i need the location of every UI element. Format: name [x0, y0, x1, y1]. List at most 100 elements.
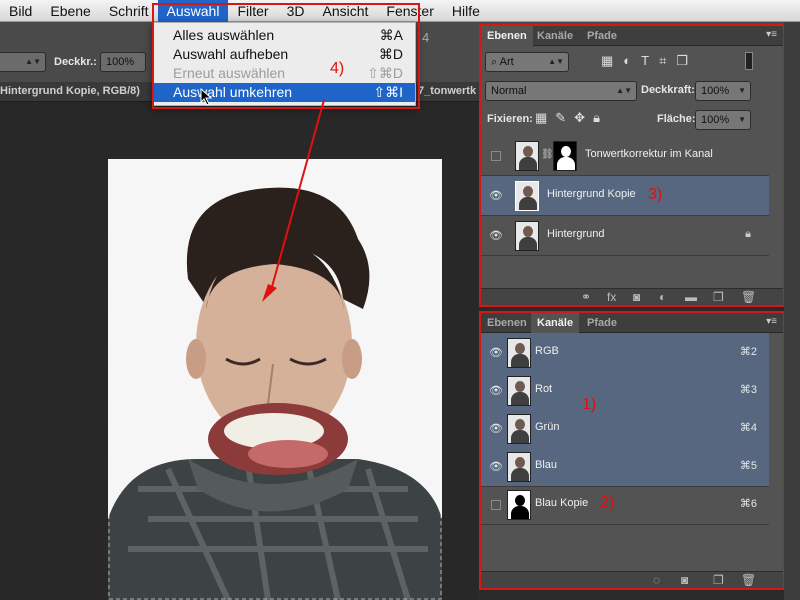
channel-shortcut: ⌘4 [739, 422, 757, 434]
channel-shortcut: ⌘5 [739, 460, 757, 472]
canvas-area[interactable] [0, 102, 478, 600]
fill-value: 100% [701, 114, 730, 126]
channel-name: Blau Kopie [535, 497, 589, 509]
auswahl-menu: Alles auswählen ⌘A Auswahl aufheben ⌘D E… [152, 22, 416, 106]
chevron-down-icon: ▼ [738, 86, 746, 95]
mask-icon[interactable]: ◙ [681, 573, 688, 587]
menu-auswahl[interactable]: Auswahl [157, 0, 229, 22]
lock-icons[interactable]: ▦✎✥🔒︎ [535, 110, 608, 126]
panel-menu-icon[interactable]: ▾≡ [766, 29, 777, 40]
chain-link-icon[interactable]: ⛓ [541, 149, 554, 160]
menu-fenster[interactable]: Fenster [377, 0, 442, 22]
menu-bild[interactable]: Bild [0, 0, 41, 22]
layer-name: Hintergrund Kopie [547, 188, 636, 200]
trash-icon[interactable]: 🗑︎ [741, 290, 756, 304]
channel-thumbnail [507, 338, 531, 368]
layers-panel: Ebenen Kanäle Pfade ▾≡ ⌕ Art ▲▼ ▦◐T⌗❒ No… [481, 26, 783, 306]
channels-panel-footer: ◌ ◙ ❐ 🗑︎ [481, 571, 783, 589]
eye-icon[interactable]: 👁︎ [489, 460, 503, 473]
channel-name: Blau [535, 459, 558, 471]
channel-thumbnail [507, 376, 531, 406]
panel-menu-icon[interactable]: ▾≡ [766, 316, 777, 327]
channel-thumbnail [507, 452, 531, 482]
channel-row[interactable]: 👁︎ Blau ⌘5 [481, 447, 769, 487]
mouse-cursor-icon [200, 88, 213, 106]
new-layer-icon[interactable]: ❐ [713, 290, 724, 304]
eye-icon[interactable]: 👁︎ [489, 189, 503, 202]
layers-panel-tabs: Ebenen Kanäle Pfade ▾≡ [481, 26, 783, 46]
menu-item-label: Erneut auswählen [173, 65, 286, 81]
annotation-arrow-icon [262, 99, 325, 302]
layer-mask-thumbnail[interactable] [553, 141, 577, 171]
opacity-label: Deckkr.: [54, 56, 97, 68]
eye-icon[interactable]: 👁︎ [489, 384, 503, 397]
mask-icon[interactable]: ◙ [633, 290, 640, 304]
tab-kanaele[interactable]: Kanäle [531, 313, 580, 333]
stray-digit: 4 [422, 30, 430, 45]
fill-label: Fläche: [657, 113, 696, 125]
lock-label: Fixieren: [487, 113, 533, 125]
fill-field[interactable]: 100% ▼ [695, 110, 751, 130]
channel-name: Grün [535, 421, 560, 433]
tab-kanaele[interactable]: Kanäle [531, 26, 579, 46]
channel-shortcut: ⌘3 [739, 384, 757, 396]
menu-3d[interactable]: 3D [278, 0, 314, 22]
tab-pfade[interactable]: Pfade [581, 313, 623, 333]
channel-thumbnail [507, 414, 531, 444]
menu-shortcut: ⇧⌘I [373, 84, 403, 100]
adjustment-icon[interactable]: ◐ [659, 290, 666, 304]
tab-pfade[interactable]: Pfade [581, 26, 623, 46]
layer-row[interactable]: ⛓ Tonwertkorrektur im Kanal [481, 136, 769, 176]
menu-auswahl-aufheben[interactable]: Auswahl aufheben ⌘D [153, 45, 415, 64]
filter-type-icons[interactable]: ▦◐T⌗❒ [601, 53, 698, 69]
layer-name: Tonwertkorrektur im Kanal [585, 148, 713, 160]
tab-ebenen[interactable]: Ebenen [481, 313, 533, 333]
visibility-toggle-off[interactable] [491, 500, 501, 510]
opacity-field[interactable]: 100% [100, 52, 146, 72]
lock-icon: 🔒︎ [745, 228, 751, 240]
channel-row[interactable]: 👁︎ Grün ⌘4 [481, 409, 769, 449]
folder-icon[interactable]: ▬ [685, 290, 697, 304]
layer-name: Hintergrund [547, 228, 605, 240]
channel-row[interactable]: 👁︎ Rot ⌘3 [481, 371, 769, 411]
layer-row-selected[interactable]: 👁︎ Hintergrund Kopie [481, 176, 769, 216]
chevron-down-icon: ▼ [738, 115, 746, 124]
menu-filter[interactable]: Filter [228, 0, 277, 22]
layer-row[interactable]: 👁︎ Hintergrund 🔒︎ [481, 216, 769, 256]
right-panel-strip [784, 22, 800, 600]
eye-icon[interactable]: 👁︎ [489, 422, 503, 435]
opacity-value: 100% [106, 56, 135, 68]
menu-hilfe[interactable]: Hilfe [443, 0, 489, 22]
channels-panel-tabs: Ebenen Kanäle Pfade ▾≡ [481, 313, 783, 333]
menu-shortcut: ⌘D [378, 46, 403, 62]
menu-ebene[interactable]: Ebene [41, 0, 99, 22]
link-icon[interactable]: ⚭ [581, 290, 591, 304]
eye-icon[interactable]: 👁︎ [489, 346, 503, 359]
menu-erneut-auswaehlen: Erneut auswählen ⇧⌘D [153, 64, 415, 83]
fx-icon[interactable]: fx [607, 290, 616, 304]
channel-name: RGB [535, 345, 559, 357]
menu-alles-auswaehlen[interactable]: Alles auswählen ⌘A [153, 26, 415, 45]
document-tab-2[interactable]: 7_tonwertk [418, 85, 476, 97]
channel-row[interactable]: Blau Kopie ⌘6 [481, 485, 769, 525]
visibility-toggle-off[interactable] [491, 151, 501, 161]
layer-opacity-value: 100% [701, 85, 730, 97]
layer-filter-dropdown[interactable]: ⌕ Art ▲▼ [485, 52, 569, 72]
document-tab[interactable]: Hintergrund Kopie, RGB/8) [0, 85, 140, 97]
menu-schrift[interactable]: Schrift [100, 0, 158, 22]
selection-icon[interactable]: ◌ [653, 573, 660, 587]
menu-ansicht[interactable]: Ansicht [313, 0, 377, 22]
trash-icon[interactable]: 🗑︎ [741, 573, 756, 587]
layer-thumbnail [515, 141, 539, 171]
new-channel-icon[interactable]: ❐ [713, 573, 724, 587]
tool-preset-dropdown[interactable]: ▲▼ [0, 52, 46, 72]
tab-ebenen[interactable]: Ebenen [481, 26, 533, 46]
blend-mode-dropdown[interactable]: Normal ▲▼ [485, 81, 637, 101]
filter-toggle-icon[interactable] [745, 52, 753, 70]
filter-label: Art [499, 56, 514, 68]
eye-icon[interactable]: 👁︎ [489, 229, 503, 242]
menu-shortcut: ⇧⌘D [367, 65, 403, 81]
layers-panel-footer: ⚭ fx ◙ ◐ ▬ ❐ 🗑︎ [481, 288, 783, 306]
channel-row[interactable]: 👁︎ RGB ⌘2 [481, 333, 769, 373]
layer-opacity-field[interactable]: 100% ▼ [695, 81, 751, 101]
